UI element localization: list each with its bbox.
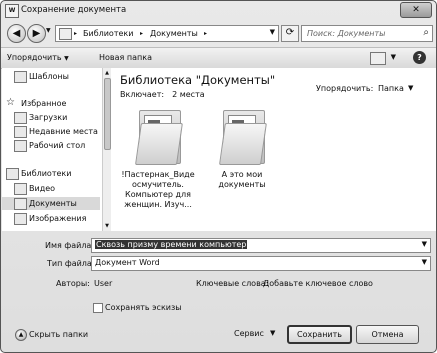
documents-icon bbox=[14, 198, 27, 210]
arrange-by-value[interactable]: Папка bbox=[378, 84, 404, 93]
new-folder-button[interactable]: Новая папка bbox=[99, 53, 152, 62]
sidebar-item-favorites[interactable]: ☆ Избранное bbox=[2, 97, 100, 110]
organize-dropdown-icon: ▼ bbox=[64, 55, 69, 62]
sidebar-item-label: Шаблоны bbox=[29, 72, 69, 81]
navigation-bar: ◀ ▶ ▼ ▸ Библиотеки ▸ Документы ▸ ▼ ⟳ Пои… bbox=[1, 20, 436, 46]
navigation-pane: Шаблоны ☆ Избранное Загрузки Недавние ме… bbox=[2, 68, 103, 231]
scroll-down-icon[interactable]: ▼ bbox=[103, 222, 111, 230]
sidebar-item-desktop[interactable]: Рабочий стол bbox=[2, 139, 100, 152]
filetype-select[interactable]: Документ Word ▼ bbox=[91, 256, 431, 271]
includes-label: Включает: bbox=[120, 90, 165, 99]
tools-menu[interactable]: Сервис bbox=[234, 329, 264, 338]
sidebar-item-images[interactable]: Изображения bbox=[2, 212, 100, 225]
filename-label: Имя файла: bbox=[45, 241, 95, 250]
title-bar: W Сохранение документа ✕ bbox=[1, 1, 436, 19]
forward-arrow-icon: ▶ bbox=[32, 28, 41, 39]
sidebar-item-label: Изображения bbox=[29, 214, 87, 223]
sidebar-scrollbar[interactable]: ▲ ▼ bbox=[102, 68, 111, 231]
refresh-button[interactable]: ⟳ bbox=[281, 25, 299, 42]
images-icon bbox=[14, 213, 27, 225]
filename-value: Сквозь призму времени компьютер bbox=[95, 240, 248, 249]
library-includes: Включает: 2 места bbox=[120, 90, 205, 99]
downloads-icon bbox=[14, 112, 27, 124]
video-icon bbox=[14, 183, 27, 195]
file-item[interactable]: !Пастернак_Виде осмучитель. Компьютер дл… bbox=[119, 110, 197, 210]
hide-folders-button[interactable]: Скрыть папки bbox=[29, 330, 88, 339]
cancel-button[interactable]: Отмена bbox=[356, 325, 419, 344]
help-icon[interactable]: ? bbox=[413, 51, 426, 64]
authors-value[interactable]: User bbox=[94, 279, 112, 288]
sidebar-item-label: Загрузки bbox=[29, 113, 68, 122]
scroll-thumb[interactable] bbox=[104, 78, 111, 150]
library-location-icon bbox=[59, 28, 72, 40]
arrange-dropdown-icon[interactable]: ▼ bbox=[408, 84, 413, 92]
back-arrow-icon: ◀ bbox=[12, 28, 21, 39]
sidebar-item-templates[interactable]: Шаблоны bbox=[2, 70, 100, 83]
keywords-label: Ключевые слова: bbox=[196, 279, 269, 288]
breadcrumb-separator-icon: ▸ bbox=[204, 30, 208, 37]
view-dropdown-icon[interactable]: ▼ bbox=[391, 53, 396, 61]
file-name: !Пастернак_Виде осмучитель. Компьютер дл… bbox=[121, 170, 195, 209]
libraries-icon bbox=[6, 168, 19, 180]
sidebar-item-video[interactable]: Видео bbox=[2, 182, 100, 195]
hide-folders-icon[interactable]: ▲ bbox=[15, 329, 27, 341]
template-folder-icon bbox=[14, 71, 27, 83]
breadcrumb-separator-icon: ▸ bbox=[74, 30, 78, 37]
toolbar: Упорядочить ▼ Новая папка ▼ ? bbox=[1, 47, 436, 69]
save-dialog: W Сохранение документа ✕ ◀ ▶ ▼ ▸ Библиот… bbox=[0, 0, 437, 353]
organize-label: Упорядочить bbox=[7, 53, 62, 62]
library-title: Библиотека "Документы" bbox=[120, 73, 276, 87]
sidebar-item-label: Документы bbox=[29, 199, 77, 208]
sidebar-item-libraries[interactable]: Библиотеки bbox=[2, 167, 100, 180]
recent-places-icon bbox=[14, 126, 27, 138]
save-options: Имя файла: Сквозь призму времени компьют… bbox=[1, 232, 436, 352]
search-icon: ⌕ bbox=[423, 27, 429, 38]
file-item[interactable]: А это мои документы bbox=[203, 110, 281, 190]
address-bar[interactable]: ▸ Библиотеки ▸ Документы ▸ ▼ bbox=[55, 25, 279, 42]
arrange-by-label: Упорядочить: bbox=[316, 84, 374, 93]
filetype-dropdown-icon[interactable]: ▼ bbox=[422, 258, 427, 266]
desktop-icon bbox=[14, 140, 27, 152]
folder-icon bbox=[219, 110, 267, 165]
breadcrumb-separator-icon: ▸ bbox=[140, 30, 144, 37]
refresh-icon: ⟳ bbox=[285, 27, 295, 38]
scroll-up-icon[interactable]: ▲ bbox=[103, 69, 111, 77]
keywords-value[interactable]: Добавьте ключевое слово bbox=[263, 279, 373, 288]
sidebar-item-recent-places[interactable]: Недавние места bbox=[2, 125, 100, 138]
back-button[interactable]: ◀ bbox=[7, 24, 26, 43]
filetype-value: Документ Word bbox=[95, 258, 160, 267]
breadcrumb-documents[interactable]: Документы bbox=[150, 29, 198, 38]
file-name: А это мои документы bbox=[218, 170, 266, 189]
search-input[interactable]: Поиск: Документы ⌕ bbox=[301, 25, 433, 42]
breadcrumb-libraries[interactable]: Библиотеки bbox=[83, 29, 133, 38]
forward-button[interactable]: ▶ bbox=[27, 24, 46, 43]
folder-icon bbox=[135, 110, 183, 165]
sidebar-item-label: Недавние места bbox=[29, 127, 98, 136]
word-app-icon: W bbox=[5, 4, 19, 18]
view-options-icon[interactable] bbox=[370, 52, 386, 65]
address-dropdown-icon[interactable]: ▼ bbox=[270, 28, 275, 36]
history-dropdown-icon[interactable]: ▼ bbox=[46, 27, 51, 34]
organize-menu[interactable]: Упорядочить ▼ bbox=[7, 53, 69, 62]
sidebar-item-label: Избранное bbox=[21, 99, 67, 108]
sidebar-item-label: Библиотеки bbox=[21, 169, 72, 178]
save-thumbnails-label: Сохранять эскизы bbox=[105, 303, 182, 312]
filename-dropdown-icon[interactable]: ▼ bbox=[422, 240, 427, 248]
authors-label: Авторы: bbox=[56, 279, 90, 288]
star-icon: ☆ bbox=[6, 97, 15, 108]
filename-input[interactable]: Сквозь призму времени компьютер ▼ bbox=[91, 238, 431, 253]
filetype-label: Тип файла: bbox=[47, 259, 95, 268]
window-title: Сохранение документа bbox=[21, 5, 127, 15]
tools-dropdown-icon[interactable]: ▼ bbox=[270, 329, 275, 337]
sidebar-item-label: Рабочий стол bbox=[29, 141, 86, 150]
close-button[interactable]: ✕ bbox=[400, 2, 432, 18]
save-thumbnails-checkbox[interactable] bbox=[93, 303, 103, 313]
sidebar-item-documents[interactable]: Документы bbox=[2, 197, 100, 210]
sidebar-item-downloads[interactable]: Загрузки bbox=[2, 111, 100, 124]
sidebar-item-label: Видео bbox=[29, 184, 56, 193]
search-placeholder: Поиск: Документы bbox=[307, 29, 386, 38]
file-list-pane: Библиотека "Документы" Включает: 2 места … bbox=[111, 68, 436, 231]
save-button[interactable]: Сохранить bbox=[287, 325, 352, 344]
includes-link[interactable]: 2 места bbox=[172, 90, 205, 99]
